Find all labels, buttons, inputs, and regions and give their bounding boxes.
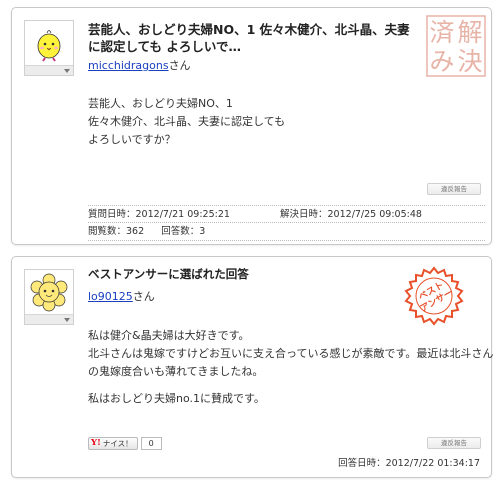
answered-date: 回答日時：2012/7/22 01:34:17 [338, 458, 480, 469]
meta-row-dates: 質問日時：2012/7/21 09:25:21 解決日時：2012/7/25 0… [88, 205, 485, 223]
avatar-menu-bar[interactable] [25, 314, 73, 324]
best-answer-stamp-icon: ベスト アンサー [404, 266, 464, 326]
flower-avatar-icon [30, 273, 68, 312]
chevron-down-icon [64, 318, 70, 322]
answerer-link[interactable]: lo90125 [88, 290, 133, 303]
chevron-down-icon [64, 69, 70, 73]
report-button[interactable]: 違反報告 [427, 437, 481, 449]
asked-date: 質問日時：2012/7/21 09:25:21 [88, 209, 230, 220]
answer-body: 私は健介&晶夫婦は大好きです。 北斗さんは鬼嫁ですけどお互いに支え合っている感じ… [88, 327, 493, 408]
question-body-line: 佐々木健介、北斗晶、夫妻に認定しても [88, 115, 286, 128]
answer-body-line: 私はおしどり夫婦no.1に賛成です。 [88, 392, 265, 405]
questioner-name: micchidragonsさん [88, 59, 191, 72]
avatar-menu-bar[interactable] [25, 65, 73, 75]
question-body: 芸能人、おしどり夫婦NO、1 佐々木健介、北斗晶、夫妻に認定しても よろしいです… [88, 95, 285, 149]
answer-count: 回答数：3 [161, 226, 206, 237]
svg-text:済: 済 [429, 18, 454, 47]
answer-body-line: 北斗さんは鬼嫁ですけどお互いに支え合っている感じが素敵です。最近は北斗さん [88, 347, 494, 360]
svg-text:決: 決 [457, 47, 482, 76]
best-answer-heading: ベストアンサーに選ばれた回答 [88, 267, 249, 281]
answer-body-line: の鬼嫁度合いも薄れてきましたね。 [88, 365, 264, 378]
answer-body-line: 私は健介&晶夫婦は大好きです。 [88, 329, 250, 342]
question-card: 芸能人、おしどり夫婦NO、1 佐々木健介、北斗晶、夫妻に認定しても よろしいで…… [11, 7, 492, 245]
resolved-date: 解決日時：2012/7/25 09:05:48 [280, 209, 422, 220]
question-body-line: 芸能人、おしどり夫婦NO、1 [88, 97, 233, 110]
like-count: 0 [140, 437, 162, 450]
report-button[interactable]: 違反報告 [427, 183, 481, 195]
meta-row-counts: 閲覧数：362 回答数：3 [88, 223, 485, 241]
answerer-avatar[interactable] [24, 269, 74, 325]
answerer-name: lo90125さん [88, 290, 155, 303]
like-section: Y! ナイス！ 0 [88, 437, 162, 450]
view-count: 閲覧数：362 [88, 226, 145, 237]
solved-stamp-icon: 解 済 決 み [426, 15, 486, 77]
svg-text:み: み [429, 47, 454, 76]
svg-text:解: 解 [457, 18, 482, 47]
best-answer-card: ベストアンサーに選ばれた回答 lo90125さん 私は健介&晶夫婦は大好きです。… [11, 256, 493, 478]
question-body-line: よろしいですか？ [88, 133, 176, 146]
questioner-link[interactable]: micchidragons [88, 59, 169, 72]
like-button[interactable]: Y! ナイス！ [88, 437, 138, 450]
questioner-avatar[interactable] [24, 20, 74, 76]
chick-avatar-icon [37, 30, 61, 62]
question-title: 芸能人、おしどり夫婦NO、1 佐々木健介、北斗晶、夫妻に認定しても よろしいで… [88, 22, 410, 54]
yahoo-icon: Y! [91, 438, 101, 448]
